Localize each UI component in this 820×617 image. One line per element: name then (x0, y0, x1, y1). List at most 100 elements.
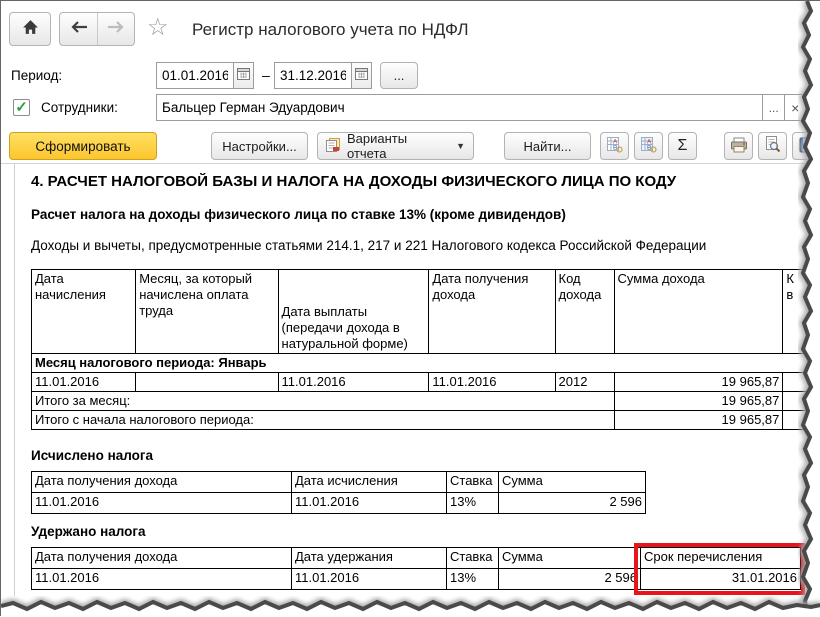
total-month-value: 19 965,87 (614, 392, 783, 411)
highlight-annotation-box (634, 543, 805, 595)
employees-checkbox[interactable]: ✓ (13, 99, 30, 116)
cell-amount: 2 596 (499, 569, 641, 590)
find-label: Найти... (524, 139, 572, 154)
torn-edge-bottom (1, 593, 820, 617)
col-header: Дата удержания (292, 548, 447, 569)
col-header: Сумма (499, 472, 646, 493)
find-button[interactable]: Найти... (504, 132, 591, 160)
total-period-row: Итого с начала налогового периода: 19 96… (32, 411, 820, 430)
generate-button[interactable]: Сформировать (9, 132, 157, 160)
ellipsis-label: ... (769, 101, 779, 115)
cell-receipt-date: 11.01.2016 (32, 493, 292, 514)
total-period-label: Итого с начала налогового периода: (32, 411, 615, 430)
back-arrow-icon (70, 20, 88, 39)
period-to-field (274, 62, 372, 89)
col-header: Дата получения дохода (32, 548, 292, 569)
cell-calc-date: 11.01.2016 (292, 493, 447, 514)
total-period-value: 19 965,87 (614, 411, 783, 430)
period-from-field (156, 62, 254, 89)
cell-income-code: 2012 (555, 373, 614, 392)
withheld-title: Удержано налога (31, 524, 146, 539)
cell-amount: 2 596 (499, 493, 646, 514)
col-header: Сумма дохода (614, 270, 783, 354)
period-more-button[interactable]: ... (380, 62, 418, 89)
calculated-title: Исчислено налога (31, 448, 153, 463)
col-header: Код дохода (555, 270, 614, 354)
period-to-calendar-button[interactable] (351, 63, 371, 88)
collapse-groups-icon: AB (640, 136, 657, 156)
col-header: Месяц, за который начислена оплата труда (136, 270, 278, 354)
save-button[interactable] (792, 132, 820, 160)
favorite-star-icon[interactable]: ☆ (147, 16, 169, 40)
preview-button[interactable] (758, 132, 787, 160)
sigma-icon: Σ (678, 137, 688, 155)
cell-rate: 13% (447, 493, 499, 514)
col-header: Дата получения дохода (429, 270, 555, 354)
chevron-down-icon: ▼ (456, 141, 465, 151)
report-variants-icon (326, 138, 341, 155)
period-to-input[interactable] (275, 63, 351, 88)
generate-label: Сформировать (35, 139, 130, 154)
calculated-table: Дата получения дохода Дата исчисления Ст… (31, 471, 646, 514)
report-left-border (14, 164, 15, 596)
col-header: Дата получения дохода (32, 472, 292, 493)
totals-button[interactable]: Σ (668, 132, 697, 160)
report-subtitle: Расчет налога на доходы физического лица… (31, 207, 566, 222)
calendar-icon (355, 68, 368, 83)
print-icon (730, 137, 748, 156)
expand-groups-icon: AB (606, 136, 623, 156)
cell-clipped (783, 392, 820, 411)
col-header-clipped: Кв (783, 270, 820, 354)
clear-icon: × (791, 100, 799, 116)
calculated-table-wrapper: Дата получения дохода Дата исчисления Ст… (31, 471, 646, 514)
expand-groups-button[interactable]: AB (600, 132, 629, 160)
preview-icon (764, 136, 781, 156)
table-row: 11.01.2016 11.01.2016 13% 2 596 (32, 493, 646, 514)
period-from-input[interactable] (157, 63, 233, 88)
forward-arrow-icon (107, 20, 125, 39)
home-button[interactable] (9, 12, 51, 46)
back-button[interactable] (60, 13, 97, 45)
cell-income-amount: 19 965,87 (614, 373, 783, 392)
checkmark-icon: ✓ (15, 100, 28, 115)
report-heading: 4. РАСЧЕТ НАЛОГОВОЙ БАЗЫ И НАЛОГА НА ДОХ… (31, 173, 819, 190)
settings-button[interactable]: Настройки... (211, 132, 308, 160)
cell-month (136, 373, 278, 392)
period-dash: – (262, 67, 270, 83)
income-table-wrapper: Дата начисления Месяц, за который начисл… (31, 269, 820, 430)
col-header: Дата начисления (32, 270, 136, 354)
cell-payment-date: 11.01.2016 (278, 373, 429, 392)
ellipsis-label: ... (394, 68, 405, 83)
report-note: Доходы и вычеты, предусмотренные статьям… (31, 238, 820, 253)
employees-clear-button[interactable]: × (784, 95, 805, 120)
col-header: Ставка (447, 472, 499, 493)
income-table: Дата начисления Месяц, за который начисл… (31, 269, 820, 430)
col-header: Дата исчисления (292, 472, 447, 493)
collapse-groups-button[interactable]: AB (634, 132, 663, 160)
employees-input[interactable] (157, 95, 762, 120)
col-header: Дата выплаты (передачи дохода в натураль… (278, 270, 429, 354)
save-icon (799, 137, 815, 156)
window-title: Регистр налогового учета по НДФЛ (192, 20, 469, 40)
period-label: Период: (11, 68, 62, 83)
cell-clipped (783, 373, 820, 392)
nav-buttons (59, 12, 135, 46)
employees-more-button[interactable]: ... (762, 95, 784, 120)
forward-button[interactable] (97, 13, 134, 45)
cell-accrual-date: 11.01.2016 (32, 373, 136, 392)
cell-clipped (783, 411, 820, 430)
group-row-label: Месяц налогового периода: Январь (32, 354, 820, 373)
period-from-calendar-button[interactable] (233, 63, 253, 88)
print-button[interactable] (724, 132, 753, 160)
settings-label: Настройки... (222, 139, 297, 154)
home-icon (22, 20, 39, 38)
total-month-label: Итого за месяц: (32, 392, 615, 411)
calendar-icon (237, 68, 250, 83)
col-header: Ставка (447, 548, 499, 569)
col-header: Сумма (499, 548, 641, 569)
employees-label: Сотрудники: (41, 100, 118, 115)
table-row: 11.01.2016 11.01.2016 11.01.2016 2012 19… (32, 373, 820, 392)
cell-receipt-date: 11.01.2016 (32, 569, 292, 590)
report-variants-button[interactable]: Варианты отчета ▼ (317, 132, 474, 160)
employees-field: ... × (156, 94, 806, 121)
